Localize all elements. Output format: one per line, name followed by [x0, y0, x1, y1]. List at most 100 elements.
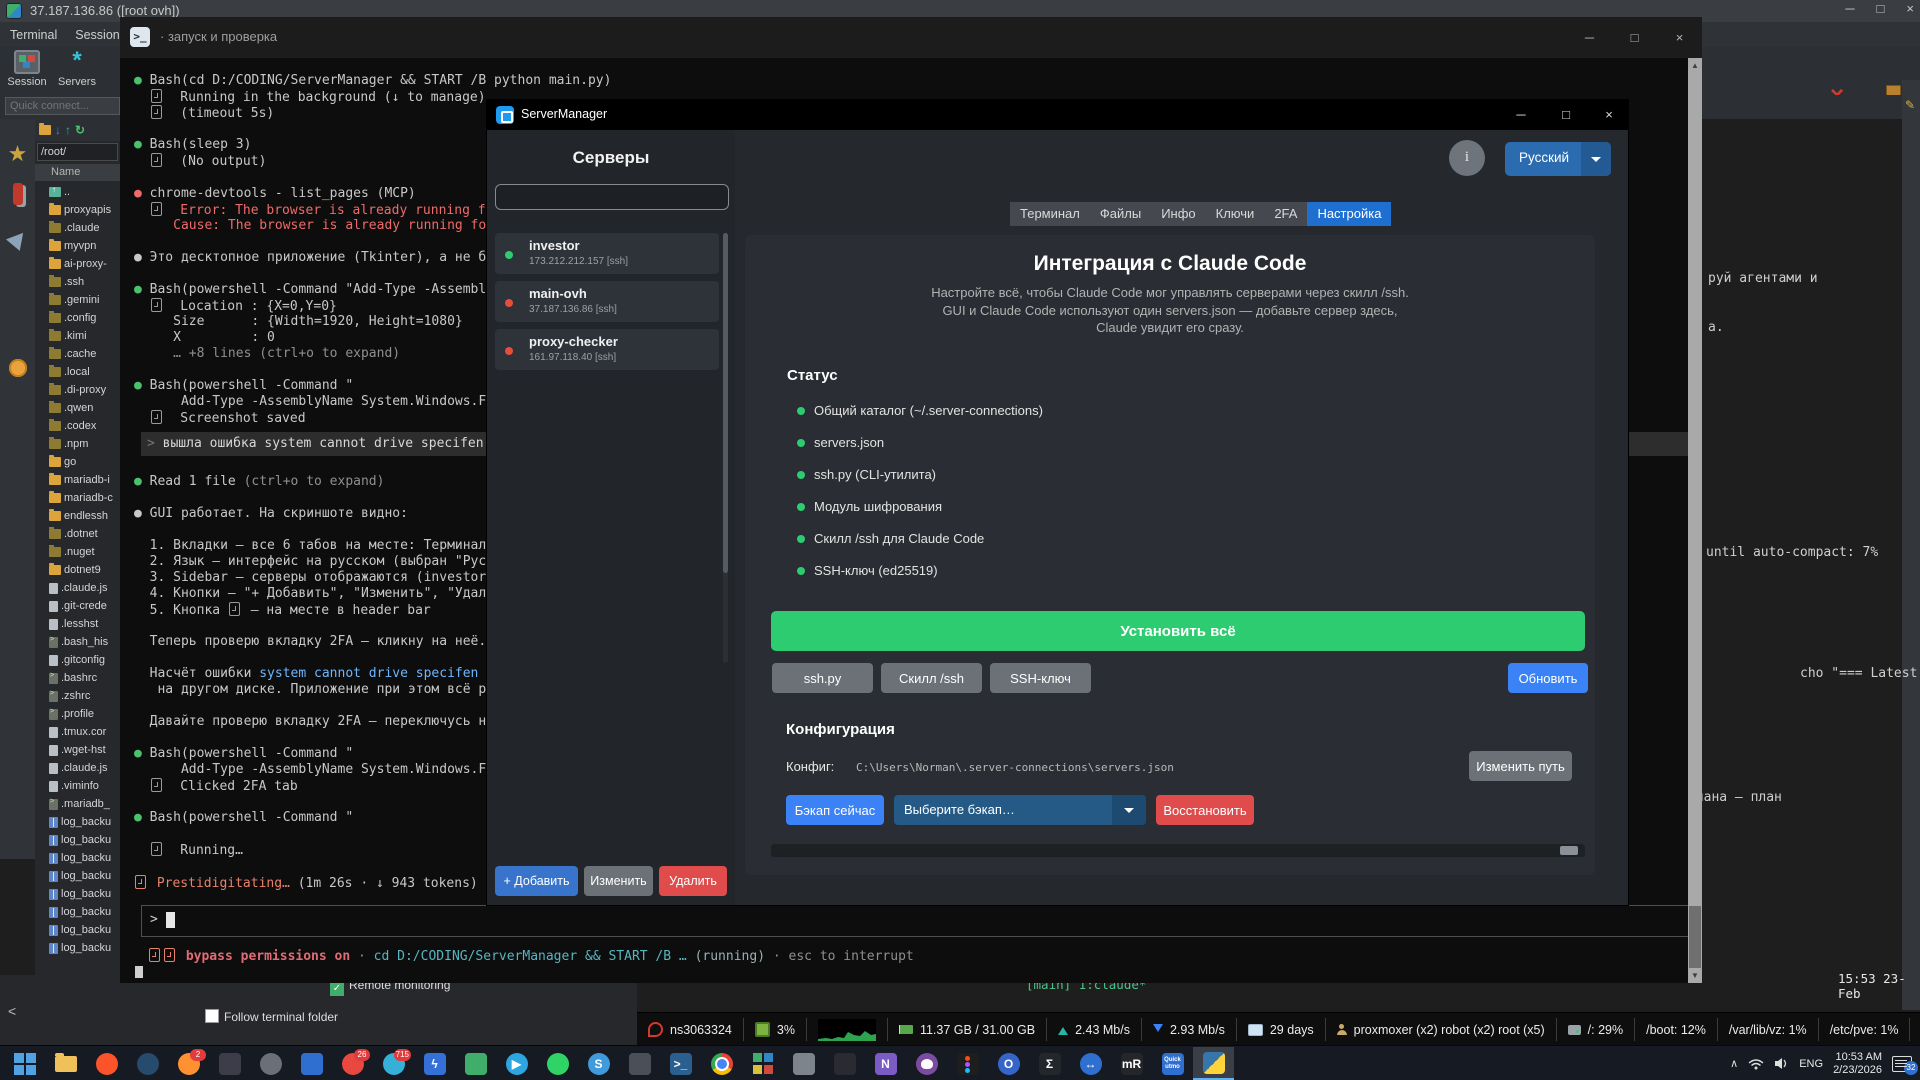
file-row[interactable]: log_backu: [49, 885, 111, 903]
file-row[interactable]: .lesshst: [49, 615, 98, 633]
add-server-button[interactable]: + Добавить: [495, 866, 578, 896]
close-icon[interactable]: ×: [1906, 1, 1914, 16]
file-row[interactable]: .gitconfig: [49, 651, 105, 669]
taskbar-icon-monitor-app[interactable]: [619, 1047, 660, 1080]
taskbar-icon-firefox[interactable]: 2: [168, 1047, 209, 1080]
file-row[interactable]: .wget-hst: [49, 741, 106, 759]
file-row[interactable]: log_backu: [49, 813, 111, 831]
toolbar-item-session[interactable]: Session: [4, 50, 50, 88]
quick-button-1[interactable]: ssh.py: [772, 663, 873, 693]
server-search-input[interactable]: [495, 184, 729, 210]
tab-2fa[interactable]: 2FA: [1264, 202, 1308, 226]
quick-button-2[interactable]: Скилл /ssh: [881, 663, 982, 693]
refresh-button[interactable]: Обновить: [1508, 663, 1588, 693]
file-row[interactable]: log_backu: [49, 831, 111, 849]
file-row[interactable]: .git-crede: [49, 597, 107, 615]
tray-expand-icon[interactable]: ∧: [1730, 1057, 1738, 1070]
file-row[interactable]: .profile: [49, 705, 94, 723]
server-list-item[interactable]: proxy-checker 161.97.118.40 [ssh]: [495, 329, 719, 370]
file-row[interactable]: .nuget: [49, 543, 95, 561]
notification-center-icon[interactable]: 32: [1892, 1055, 1918, 1075]
taskbar-icon-quick-utmo[interactable]: Quick utmo: [1152, 1047, 1193, 1080]
tab-ключи[interactable]: Ключи: [1205, 202, 1265, 226]
file-row[interactable]: .npm: [49, 435, 88, 453]
file-row[interactable]: .claude.js: [49, 759, 107, 777]
taskbar-icon-notion[interactable]: N: [865, 1047, 906, 1080]
close-icon[interactable]: ×: [1657, 17, 1702, 58]
file-row[interactable]: mariadb-i: [49, 471, 110, 489]
taskbar-icon-file-explorer[interactable]: [45, 1047, 86, 1080]
menu-item-sessions[interactable]: Sessions: [75, 28, 126, 42]
file-row[interactable]: .qwen: [49, 399, 93, 417]
file-row[interactable]: .zshrc: [49, 687, 90, 705]
file-row[interactable]: .di-proxy: [49, 381, 106, 399]
taskbar-icon-terminal-app[interactable]: >_: [660, 1047, 701, 1080]
taskbar-icon-media-player[interactable]: [250, 1047, 291, 1080]
tab-настройка[interactable]: Настройка: [1307, 202, 1392, 226]
file-row[interactable]: log_backu: [49, 849, 111, 867]
file-row[interactable]: log_backu: [49, 921, 111, 939]
path-field[interactable]: /root/: [37, 143, 118, 161]
file-row[interactable]: myvpn: [49, 237, 96, 255]
paper-plane-icon[interactable]: [0, 227, 35, 252]
file-row[interactable]: mariadb-c: [49, 489, 113, 507]
tools-knife-icon[interactable]: [0, 183, 35, 210]
scroll-up-icon[interactable]: ▲: [1688, 58, 1702, 73]
quick-connect-input[interactable]: [5, 97, 120, 115]
favorites-star-icon[interactable]: ★: [0, 141, 35, 167]
close-icon[interactable]: ×: [1592, 100, 1626, 130]
taskbar-icon-start-button[interactable]: [4, 1047, 45, 1080]
install-all-button[interactable]: Установить всё: [771, 611, 1585, 651]
delete-server-button[interactable]: Удалить: [659, 866, 727, 896]
file-row[interactable]: ..: [49, 183, 70, 201]
file-row[interactable]: .kimi: [49, 327, 87, 345]
change-path-button[interactable]: Изменить путь: [1469, 751, 1572, 781]
minimize-icon[interactable]: ─: [1567, 17, 1612, 58]
taskbar-icon-mobaxterm[interactable]: [742, 1047, 783, 1080]
file-row[interactable]: .claude: [49, 219, 99, 237]
taskbar-icon-tor-browser[interactable]: [209, 1047, 250, 1080]
file-row[interactable]: ai-proxy-: [49, 255, 107, 273]
pencil-icon[interactable]: ✎: [1905, 98, 1915, 112]
file-row[interactable]: .viminfo: [49, 777, 99, 795]
scrollbar-thumb[interactable]: [1560, 846, 1578, 855]
info-button[interactable]: [1449, 140, 1485, 176]
taskbar-icon-mremoteng[interactable]: mR: [1111, 1047, 1152, 1080]
files-column-header[interactable]: Name: [35, 164, 120, 181]
scroll-down-icon[interactable]: ▼: [1688, 968, 1702, 983]
minimize-icon[interactable]: ─: [1845, 1, 1854, 16]
horizontal-scrollbar[interactable]: [771, 844, 1585, 857]
server-list-item[interactable]: main-ovh 37.187.136.86 [ssh]: [495, 281, 719, 322]
taskbar-icon-figma[interactable]: [947, 1047, 988, 1080]
server-list-item[interactable]: investor 173.212.212.157 [ssh]: [495, 233, 719, 274]
taskbar-icon-teamviewer[interactable]: ↔: [1070, 1047, 1111, 1080]
taskbar-icon-edge-browser[interactable]: 715: [373, 1047, 414, 1080]
file-row[interactable]: .local: [49, 363, 90, 381]
file-row[interactable]: .gemini: [49, 291, 99, 309]
taskbar-icon-remote-desktop[interactable]: [291, 1047, 332, 1080]
backup-now-button[interactable]: Бэкап сейчас: [786, 795, 884, 825]
file-row[interactable]: .claude.js: [49, 579, 107, 597]
file-row[interactable]: .mariadb_: [49, 795, 110, 813]
globe-icon[interactable]: [0, 359, 35, 382]
file-row[interactable]: go: [49, 453, 76, 471]
tab-терминал[interactable]: Терминал: [1010, 202, 1090, 226]
upload-icon[interactable]: ↑: [65, 123, 71, 137]
speaker-icon[interactable]: [1774, 1057, 1789, 1070]
terminal-scrollbar[interactable]: ▲ ▼: [1688, 58, 1702, 983]
file-row[interactable]: .bashrc: [49, 669, 97, 687]
edit-server-button[interactable]: Изменить: [584, 866, 653, 896]
file-row[interactable]: .bash_his: [49, 633, 108, 651]
file-row[interactable]: .tmux.cor: [49, 723, 106, 741]
taskbar-icon-python-app[interactable]: [1193, 1047, 1234, 1080]
terminal-prompt-box[interactable]: >: [141, 905, 1689, 937]
menu-item-terminal[interactable]: Terminal: [10, 28, 57, 42]
file-row[interactable]: proxyapis: [49, 201, 111, 219]
taskbar-icon-opera[interactable]: O: [988, 1047, 1029, 1080]
input-language[interactable]: ENG: [1799, 1058, 1823, 1070]
backup-select-dropdown[interactable]: Выберите бэкап…: [894, 795, 1146, 825]
tray-clock[interactable]: 10:53 AM 2/23/2026: [1833, 1051, 1882, 1077]
file-row[interactable]: .ssh: [49, 273, 84, 291]
taskbar-icon-notes-app[interactable]: [455, 1047, 496, 1080]
taskbar-icon-skype[interactable]: S: [578, 1047, 619, 1080]
